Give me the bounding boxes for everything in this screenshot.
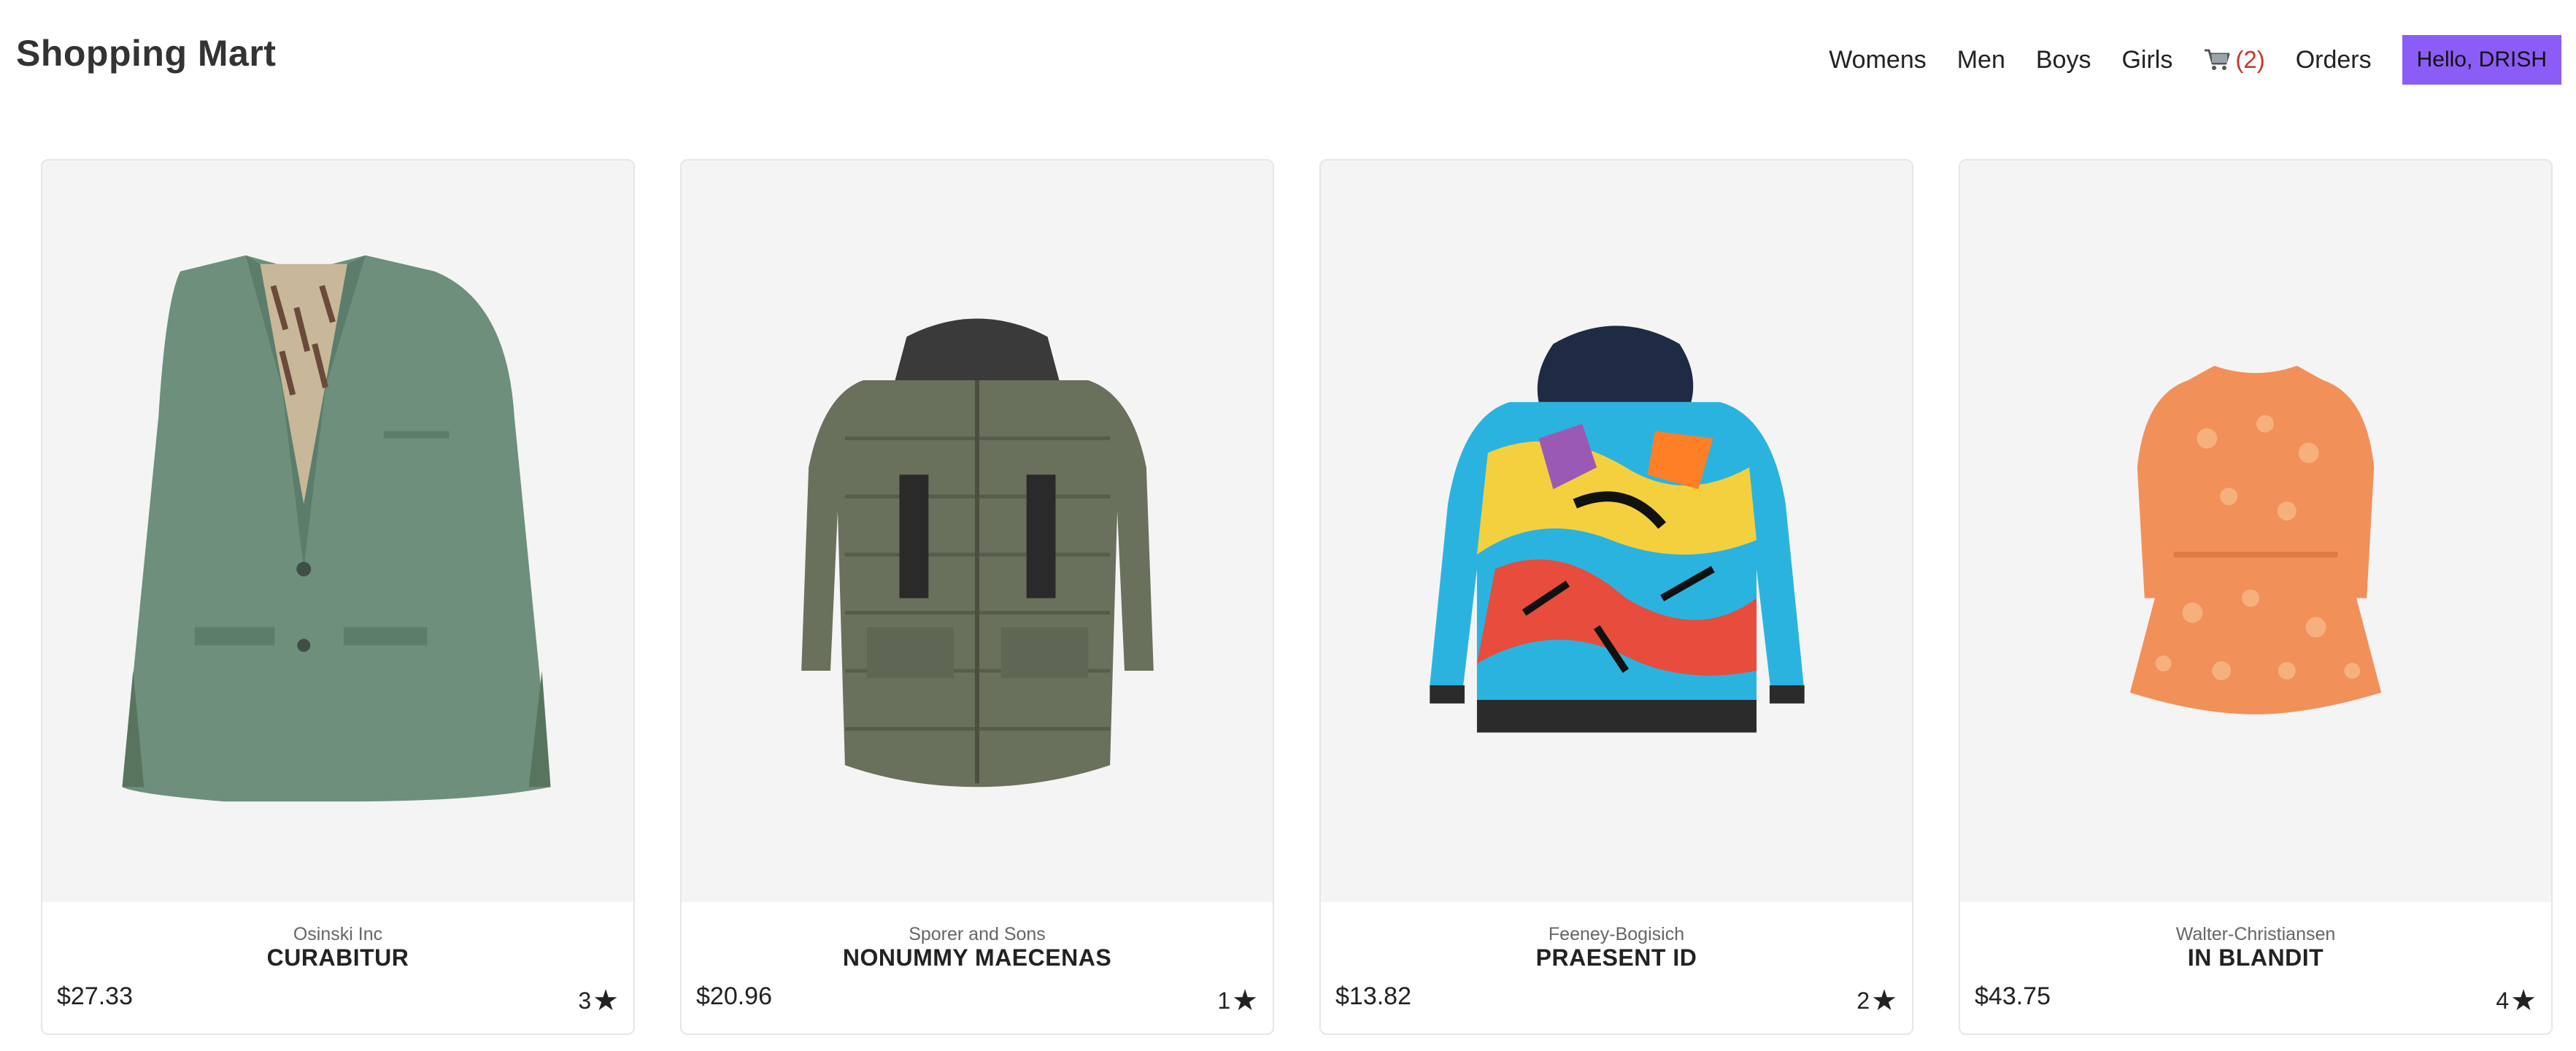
product-price: $20.96 bbox=[696, 982, 772, 1010]
orange-lace-dress-image bbox=[2129, 366, 2382, 715]
product-grid: Osinski Inc CURABITUR $27.33 3 ★ Sporer a… bbox=[41, 159, 2553, 1035]
nav-orders[interactable]: Orders bbox=[2296, 46, 2372, 74]
nav-girls[interactable]: Girls bbox=[2121, 46, 2172, 74]
product-name[interactable]: PRAESENT ID bbox=[1321, 944, 1912, 971]
cart-link[interactable]: (2) bbox=[2203, 46, 2265, 74]
rating-value: 1 bbox=[1217, 987, 1231, 1014]
product-rating: 2 ★ bbox=[1856, 984, 1897, 1017]
cart-count: (2) bbox=[2235, 46, 2265, 73]
graffiti-hoodie-image bbox=[1430, 326, 1805, 733]
product-price: $13.82 bbox=[1335, 982, 1411, 1010]
nav-womens[interactable]: Womens bbox=[1829, 46, 1927, 74]
product-name[interactable]: NONUMMY MAECENAS bbox=[682, 944, 1273, 971]
main-nav: Womens Men Boys Girls (2) Orders Hello, … bbox=[1829, 35, 2561, 85]
product-name[interactable]: IN BLANDIT bbox=[1960, 944, 2551, 971]
star-icon: ★ bbox=[1232, 985, 1258, 1017]
site-header: Shopping Mart Womens Men Boys Girls (2) … bbox=[0, 0, 2576, 109]
product-rating: 1 ★ bbox=[1217, 984, 1258, 1017]
star-icon: ★ bbox=[2510, 985, 2537, 1017]
product-info: Sporer and Sons NONUMMY MAECENAS $20.96 … bbox=[682, 902, 1273, 1033]
product-info: Feeney-Bogisich PRAESENT ID $13.82 2 ★ bbox=[1321, 902, 1912, 1033]
star-icon: ★ bbox=[1871, 985, 1897, 1017]
green-blazer-image bbox=[122, 255, 551, 802]
product-info: Osinski Inc CURABITUR $27.33 3 ★ bbox=[42, 902, 633, 1033]
user-menu-button[interactable]: Hello, DRISH bbox=[2402, 35, 2561, 85]
product-brand: Feeney-Bogisich bbox=[1548, 924, 1685, 944]
rating-value: 4 bbox=[2496, 987, 2510, 1014]
product-price: $43.75 bbox=[1975, 982, 2051, 1010]
product-card[interactable]: Feeney-Bogisich PRAESENT ID $13.82 2 ★ bbox=[1319, 159, 1913, 1035]
olive-puffer-jacket-image bbox=[801, 318, 1154, 788]
product-rating: 4 ★ bbox=[2496, 984, 2537, 1017]
product-brand: Sporer and Sons bbox=[909, 924, 1046, 944]
star-icon: ★ bbox=[593, 985, 619, 1017]
product-image[interactable] bbox=[682, 161, 1273, 902]
rating-value: 3 bbox=[578, 987, 592, 1014]
product-card[interactable]: Sporer and Sons NONUMMY MAECENAS $20.96 … bbox=[680, 159, 1274, 1035]
product-card[interactable]: Walter-Christiansen IN BLANDIT $43.75 4 ★ bbox=[1959, 159, 2553, 1035]
product-rating: 3 ★ bbox=[578, 984, 619, 1017]
cart-icon bbox=[2205, 49, 2230, 70]
product-brand: Walter-Christiansen bbox=[2175, 924, 2336, 944]
product-price: $27.33 bbox=[57, 982, 133, 1010]
product-info: Walter-Christiansen IN BLANDIT $43.75 4 ★ bbox=[1960, 902, 2551, 1033]
nav-boys[interactable]: Boys bbox=[2036, 46, 2091, 74]
rating-value: 2 bbox=[1856, 987, 1870, 1014]
product-card[interactable]: Osinski Inc CURABITUR $27.33 3 ★ bbox=[41, 159, 635, 1035]
site-logo[interactable]: Shopping Mart bbox=[16, 32, 276, 74]
product-name[interactable]: CURABITUR bbox=[42, 944, 633, 971]
product-image[interactable] bbox=[1321, 161, 1912, 902]
product-image[interactable] bbox=[1960, 161, 2551, 902]
nav-men[interactable]: Men bbox=[1957, 46, 2005, 74]
product-image[interactable] bbox=[42, 161, 633, 902]
product-brand: Osinski Inc bbox=[293, 924, 383, 944]
